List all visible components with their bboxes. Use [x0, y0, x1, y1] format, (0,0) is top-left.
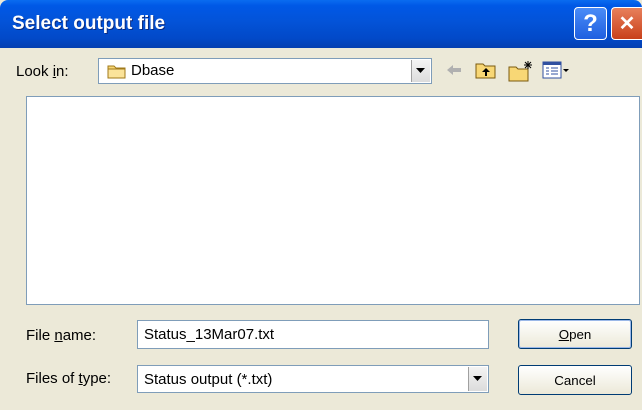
look-in-value: Dbase — [131, 62, 175, 79]
file-type-value: Status output (*.txt) — [144, 371, 273, 388]
close-button[interactable]: ✕ — [611, 7, 642, 40]
up-one-level-icon[interactable] — [475, 60, 497, 84]
file-type-dropdown-button[interactable] — [468, 367, 487, 391]
help-button[interactable]: ? — [574, 7, 607, 40]
chevron-down-icon — [473, 376, 482, 381]
chevron-down-icon — [416, 68, 425, 73]
folder-icon — [107, 63, 127, 83]
file-list[interactable] — [26, 96, 640, 305]
file-name-input[interactable]: Status_13Mar07.txt — [137, 320, 489, 349]
look-in-combo[interactable]: Dbase — [98, 58, 432, 84]
look-in-dropdown-button[interactable] — [411, 60, 430, 82]
file-type-combo[interactable]: Status output (*.txt) — [137, 365, 489, 393]
window-title: Select output file — [12, 13, 166, 34]
new-folder-icon[interactable] — [508, 60, 534, 86]
close-icon: ✕ — [618, 13, 636, 35]
file-name-label: File name: — [26, 327, 97, 344]
file-type-label: Files of type: — [26, 370, 112, 387]
back-arrow-icon[interactable] — [444, 60, 464, 84]
title-bar[interactable]: Select output file ? ✕ — [0, 0, 642, 48]
look-in-label: Look in: — [16, 63, 69, 80]
view-menu-icon[interactable] — [542, 60, 570, 84]
open-button[interactable]: Open — [518, 319, 632, 349]
cancel-button[interactable]: Cancel — [518, 365, 632, 395]
help-icon: ? — [583, 9, 598, 37]
